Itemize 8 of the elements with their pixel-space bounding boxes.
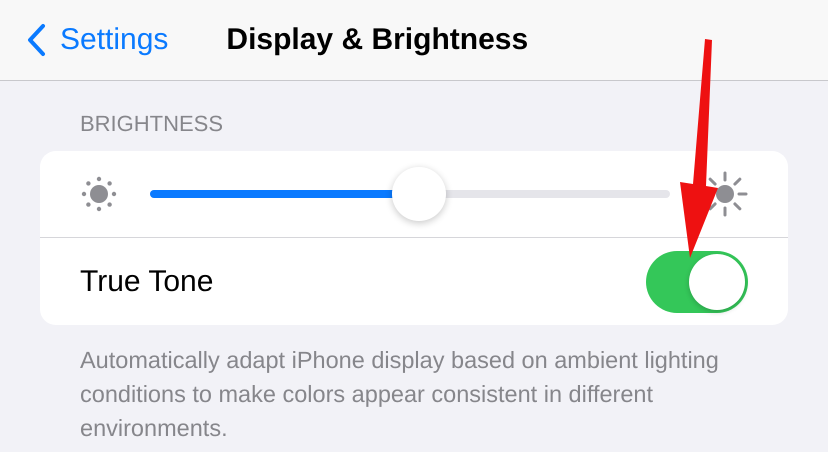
footer-description: Automatically adapt iPhone display based on ambient lighting conditions to make colors appear consistent in different environments. [80,346,720,443]
section-header: BRIGHTNESS [79,110,224,138]
back-button[interactable]: Settings [26,23,168,57]
true-tone-label: True Tone [80,264,214,298]
brightness-slider[interactable] [150,166,670,222]
slider-thumb[interactable] [392,167,446,221]
back-chevron-icon [26,23,46,57]
screen-title: Display & Brightness [226,23,528,57]
